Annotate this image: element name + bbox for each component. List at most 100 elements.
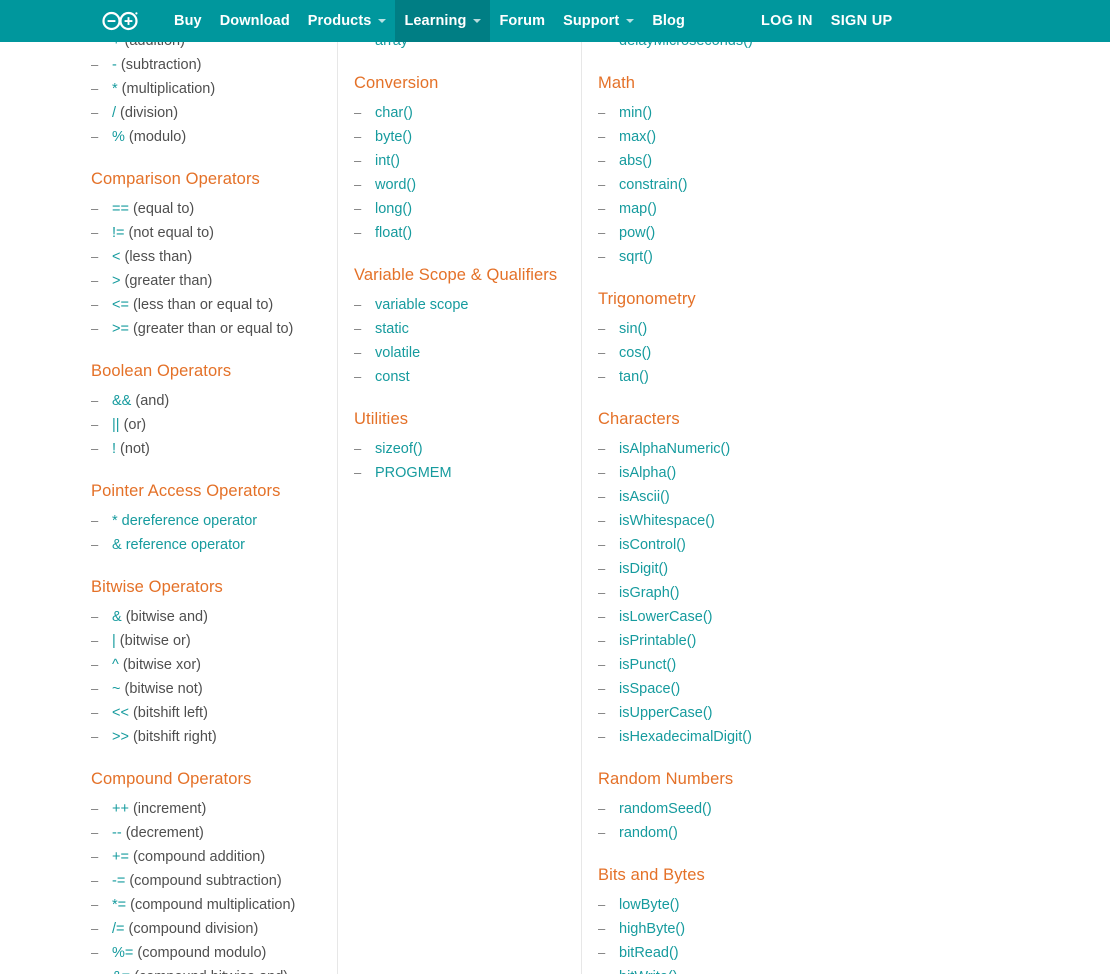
reference-link-bitread[interactable]: bitRead() [619,945,679,961]
nav-item-products[interactable]: Products [299,0,396,42]
reference-link-item[interactable]: -= [112,873,125,889]
reference-link-sqrt[interactable]: sqrt() [619,249,653,265]
reference-link-byte[interactable]: byte() [375,129,412,145]
reference-link-char[interactable]: char() [375,105,413,121]
reference-link-item[interactable]: != [112,225,125,241]
reference-link-delaymicroseconds[interactable]: delayMicroseconds() [619,42,753,49]
reference-link-volatile[interactable]: volatile [375,345,420,361]
reference-link-progmem[interactable]: PROGMEM [375,465,452,481]
reference-link-cos[interactable]: cos() [619,345,651,361]
reference-link-randomseed[interactable]: randomSeed() [619,801,712,817]
reference-description: (or) [119,417,147,433]
reference-link-item[interactable]: += [112,849,129,865]
reference-link-abs[interactable]: abs() [619,153,652,169]
reference-link-map[interactable]: map() [619,201,657,217]
list-item: isUpperCase() [598,701,848,725]
reference-description: (bitshift left) [128,705,208,721]
reference-link-isascii[interactable]: isAscii() [619,489,670,505]
reference-link-random[interactable]: random() [619,825,678,841]
reference-link-isuppercase[interactable]: isUpperCase() [619,705,712,721]
login-button[interactable]: LOG IN [752,0,822,42]
reference-section: Math min() max() abs() constrain() map() pow()… [598,73,848,269]
reference-link-item[interactable]: << [112,705,129,721]
reference-link-int[interactable]: int() [375,153,400,169]
section-heading-compound-operators: Compound Operators [91,770,252,788]
reference-description: (compound division) [124,921,259,937]
reference-link-variable-scope[interactable]: variable scope [375,297,469,313]
nav-item-learning[interactable]: Learning [395,0,491,42]
nav-item-blog[interactable]: Blog [643,0,694,42]
reference-link-item[interactable]: *= [112,897,126,913]
reference-link-max[interactable]: max() [619,129,656,145]
reference-link-const[interactable]: const [375,369,410,385]
reference-link-static[interactable]: static [375,321,409,337]
reference-section: array [354,42,581,53]
reference-link-item[interactable]: && [112,393,131,409]
reference-link-tan[interactable]: tan() [619,369,649,385]
reference-link-ishexadecimaldigit[interactable]: isHexadecimalDigit() [619,729,752,745]
reference-description: (equal to) [128,201,195,217]
reference-link-item[interactable]: == [112,201,129,217]
reference-link-isprintable[interactable]: isPrintable() [619,633,696,649]
list-item: >> (bitshift right) [91,725,337,749]
reference-link-float[interactable]: float() [375,225,412,241]
reference-section: + (addition)- (subtraction)* (multiplica… [91,42,337,149]
nav-item-support[interactable]: Support [554,0,643,42]
reference-description: (compound subtraction) [125,873,282,889]
list-item: tan() [598,365,848,389]
reference-link-ispunct[interactable]: isPunct() [619,657,676,673]
reference-link-reference-operator[interactable]: & reference operator [112,537,245,553]
reference-link-isgraph[interactable]: isGraph() [619,585,679,601]
list-item: & reference operator [91,533,337,557]
reference-link-item[interactable]: /= [112,921,125,937]
list-item: lowByte() [598,893,848,917]
reference-link-word[interactable]: word() [375,177,416,193]
signup-button[interactable]: SIGN UP [822,0,902,42]
list-item: /= (compound division) [91,917,337,941]
reference-link-item[interactable]: % [112,129,125,145]
reference-link-item[interactable]: %= [112,945,133,961]
list-item: const [354,365,581,389]
reference-link-isspace[interactable]: isSpace() [619,681,680,697]
reference-link-item[interactable]: >> [112,729,129,745]
reference-link-isalpha[interactable]: isAlpha() [619,465,676,481]
reference-link-min[interactable]: min() [619,105,652,121]
reference-link-isdigit[interactable]: isDigit() [619,561,668,577]
reference-link-item[interactable]: ^ [112,657,119,673]
reference-list: variable scope static volatile const [354,293,581,389]
reference-link-isalphanumeric[interactable]: isAlphaNumeric() [619,441,730,457]
reference-link-sin[interactable]: sin() [619,321,647,337]
reference-link-item[interactable]: || [112,417,120,433]
reference-link-constrain[interactable]: constrain() [619,177,688,193]
nav-item-forum[interactable]: Forum [490,0,554,42]
reference-link-islowercase[interactable]: isLowerCase() [619,609,712,625]
reference-link-iswhitespace[interactable]: isWhitespace() [619,513,715,529]
reference-link-dereference-operator[interactable]: * dereference operator [112,513,257,529]
reference-list: + (addition)- (subtraction)* (multiplica… [91,42,337,149]
reference-description: (addition) [120,42,184,49]
reference-link-lowbyte[interactable]: lowByte() [619,897,679,913]
reference-link-array[interactable]: array [375,42,408,49]
arduino-infinity-logo-icon[interactable] [101,10,139,32]
reference-link-highbyte[interactable]: highByte() [619,921,685,937]
list-item: << (bitshift left) [91,701,337,725]
reference-link-item[interactable]: ++ [112,801,129,817]
section-heading-boolean-operators: Boolean Operators [91,362,232,380]
reference-section: Characters isAlphaNumeric() isAlpha() isAsc… [598,409,848,749]
reference-link-pow[interactable]: pow() [619,225,655,241]
chevron-down-icon [473,19,482,23]
reference-link-iscontrol[interactable]: isControl() [619,537,686,553]
nav-item-download[interactable]: Download [211,0,299,42]
reference-link-item[interactable]: & [112,609,122,625]
reference-link-item[interactable]: -- [112,825,122,841]
reference-link-item[interactable]: >= [112,321,129,337]
reference-link-long[interactable]: long() [375,201,412,217]
reference-description: (bitwise or) [115,633,191,649]
nav-item-buy[interactable]: Buy [165,0,211,42]
chevron-down-icon [378,19,387,23]
reference-link-sizeof[interactable]: sizeof() [375,441,423,457]
reference-link-item[interactable]: <= [112,297,129,313]
reference-description: (compound addition) [128,849,266,865]
reference-list: min() max() abs() constrain() map() pow() sqrt… [598,101,848,269]
list-item: min() [598,101,848,125]
